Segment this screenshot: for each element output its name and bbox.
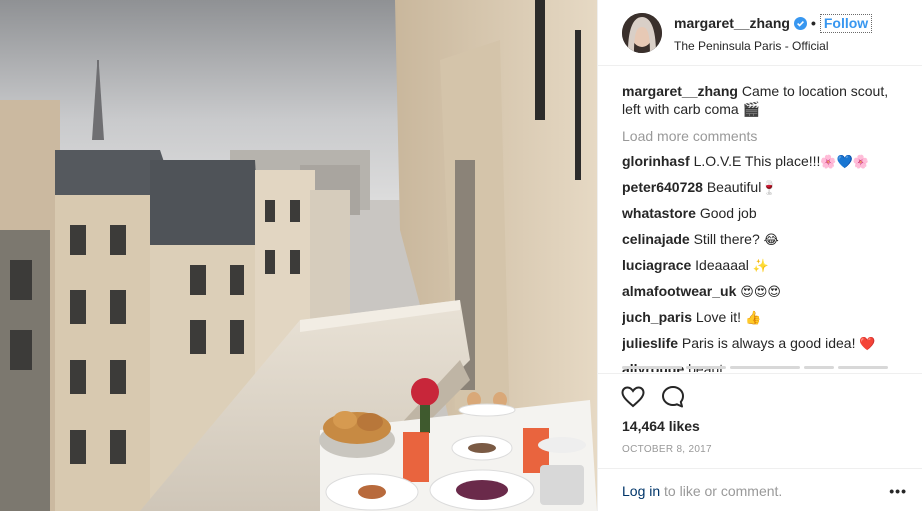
likes-count[interactable]: 14,464 likes [622,418,700,434]
comment-text: Beautiful [706,179,762,195]
post-photo[interactable] [0,0,597,511]
comment-item: luciagrace Ideaaaal ✨ [622,256,907,276]
comment-text: Still there? [693,231,760,247]
comment-bubble-icon[interactable] [660,384,686,410]
clipped-comment-hint [622,364,907,372]
comment-emoji: 🍷 [761,181,778,196]
comment-username[interactable]: celinajade [622,231,690,247]
comment-item: juch_paris Love it! 👍 [622,308,907,328]
comment-emoji: ✨ [752,259,769,274]
comment-item: glorinhasf L.O.V.E This place!!!🌸💙🌸 [622,152,907,172]
comment-username[interactable]: julieslife [622,335,678,351]
location-link[interactable]: The Peninsula Paris - Official [674,39,872,53]
action-icons [620,384,700,412]
avatar-image [622,13,662,53]
comment-item: whatastore Good job [622,204,907,224]
comment-username[interactable]: glorinhasf [622,153,690,169]
post-date[interactable]: OCTOBER 8, 2017 [622,444,712,455]
comment-item: celinajade Still there? 😂 [622,230,907,250]
comment-emoji: 😍😍😍 [740,285,781,300]
avatar[interactable] [622,13,662,53]
separator-dot: • [810,15,816,31]
comment-username[interactable]: almafootwear_uk [622,283,736,299]
comment-username[interactable]: luciagrace [622,257,691,273]
caption-username[interactable]: margaret__zhang [622,83,738,99]
post-details-panel: margaret__zhang • Follow The Peninsula Par… [597,0,922,511]
post-actions: 14,464 likes OCTOBER 8, 2017 [598,373,922,468]
load-more-comments-button[interactable]: Load more comments [622,127,907,145]
comment-item: almafootwear_uk 😍😍😍 [622,282,907,302]
login-suffix-text: to like or comment. [660,483,783,499]
paris-balcony-breakfast-image [0,0,597,511]
comment-item: julieslife Paris is always a good idea! … [622,334,907,354]
login-link[interactable]: Log in [622,483,660,499]
post-header: margaret__zhang • Follow The Peninsula Par… [598,0,922,66]
login-footer: Log in to like or comment. ••• [598,468,922,511]
comment-text: Love it! [695,309,742,325]
username-link[interactable]: margaret__zhang [674,15,790,31]
comment-emoji: 😂 [763,233,779,248]
caption: margaret__zhang Came to location scout, … [622,82,907,118]
comment-username[interactable]: whatastore [622,205,696,221]
comment-emoji: ❤️ [859,337,876,352]
heart-icon[interactable] [620,384,646,410]
comment-username[interactable]: juch_paris [622,309,692,325]
comment-text: Good job [699,205,757,221]
more-options-icon[interactable]: ••• [889,483,907,499]
verified-badge-icon [793,17,807,30]
comment-username[interactable]: peter640728 [622,179,703,195]
follow-button[interactable]: Follow [819,14,873,33]
comment-text: L.O.V.E This place!!! [693,153,821,169]
comment-item: peter640728 Beautiful🍷 [622,178,907,198]
comment-emoji: 🌸💙🌸 [820,155,869,170]
comment-text: Ideaaaal [695,257,749,273]
comment-emoji: 👍 [744,311,762,326]
comments-list[interactable]: margaret__zhang Came to location scout, … [622,82,907,372]
user-block: margaret__zhang • Follow The Peninsula Par… [674,14,873,53]
comment-text: Paris is always a good idea! [681,335,856,351]
